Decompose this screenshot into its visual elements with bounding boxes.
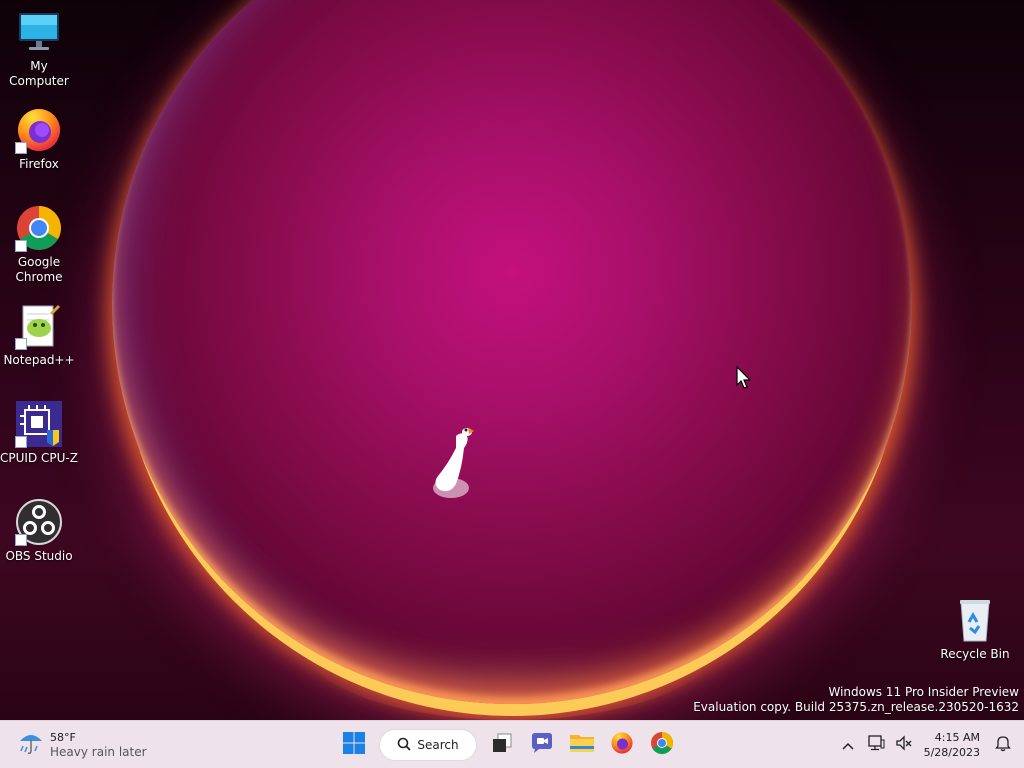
- network-button[interactable]: [862, 727, 890, 763]
- notification-icon: [994, 734, 1012, 756]
- clock-time: 4:15 AM: [934, 731, 980, 744]
- desktop-icon-recycle-bin[interactable]: Recycle Bin: [936, 596, 1014, 662]
- firefox-taskbar-button[interactable]: [602, 727, 642, 763]
- watermark-edition: Windows 11 Pro Insider Preview: [828, 685, 1019, 699]
- notepadpp-icon: [15, 302, 63, 350]
- monitor-icon: [15, 8, 63, 56]
- taskbar-search-button[interactable]: Search: [380, 730, 476, 760]
- shortcut-arrow-icon: [15, 436, 27, 448]
- windows-start-icon: [342, 731, 366, 759]
- taskbar: 58°F Heavy rain later Search 4:15 AM 5/2…: [0, 720, 1024, 768]
- chrome-taskbar-button[interactable]: [642, 727, 682, 763]
- taskbar-center: Search: [334, 727, 682, 763]
- desktop-icon-label: OBS Studio: [5, 549, 73, 563]
- teams-chat-button[interactable]: [522, 727, 562, 763]
- chevron-up-icon: [841, 736, 855, 755]
- shortcut-arrow-icon: [15, 142, 27, 154]
- file-explorer-button[interactable]: [562, 727, 602, 763]
- desktop-icon-label: Firefox: [19, 157, 59, 171]
- desktop-icon-label: Recycle Bin: [940, 647, 1010, 661]
- obs-icon: [15, 498, 63, 546]
- desktop-icon-label: CPUID CPU-Z: [0, 451, 78, 465]
- volume-muted-icon: [895, 734, 913, 756]
- search-icon: [397, 736, 412, 755]
- chrome-icon: [650, 731, 674, 759]
- desktop-goose[interactable]: [426, 418, 486, 508]
- recycle-bin-icon: [951, 596, 999, 644]
- shortcut-arrow-icon: [15, 240, 27, 252]
- weather-temperature: 58°F: [50, 730, 76, 744]
- volume-button[interactable]: [890, 727, 918, 763]
- search-label: Search: [417, 738, 459, 752]
- watermark-build: Evaluation copy. Build 25375.zn_release.…: [693, 700, 1019, 714]
- desktop-icon-my-computer[interactable]: My Computer: [0, 8, 78, 89]
- desktop-icon-label: Notepad++: [3, 353, 75, 367]
- firefox-icon: [610, 731, 634, 759]
- cpuz-icon: [15, 400, 63, 448]
- desktop-icon-label: My Computer: [9, 59, 69, 88]
- wallpaper-orb-rim: [112, 0, 912, 704]
- start-button[interactable]: [334, 727, 374, 763]
- system-tray: 4:15 AM 5/28/2023: [834, 721, 1024, 768]
- rain-umbrella-icon: [18, 729, 44, 761]
- shortcut-arrow-icon: [15, 338, 27, 350]
- desktop-wallpaper: [0, 0, 1024, 720]
- task-view-button[interactable]: [482, 727, 522, 763]
- weather-description: Heavy rain later: [50, 744, 147, 759]
- desktop-icon-google-chrome[interactable]: Google Chrome: [0, 204, 78, 285]
- notification-button[interactable]: [988, 727, 1018, 763]
- chrome-icon: [15, 204, 63, 252]
- clock[interactable]: 4:15 AM 5/28/2023: [924, 730, 980, 760]
- file-explorer-icon: [569, 731, 595, 759]
- windows-watermark: Windows 11 Pro Insider Preview Evaluatio…: [693, 685, 1019, 715]
- firefox-icon: [15, 106, 63, 154]
- desktop-icon-label: Google Chrome: [15, 255, 63, 284]
- show-hidden-icons-button[interactable]: [834, 727, 862, 763]
- desktop-icon-cpuid-cpu-z[interactable]: CPUID CPU-Z: [0, 400, 78, 466]
- weather-widget[interactable]: 58°F Heavy rain later: [18, 729, 147, 761]
- desktop-icon-notepad-plus-plus[interactable]: Notepad++: [0, 302, 78, 368]
- task-view-icon: [491, 732, 513, 758]
- teams-chat-icon: [530, 731, 554, 759]
- network-icon: [867, 734, 885, 756]
- desktop-icon-obs-studio[interactable]: OBS Studio: [0, 498, 78, 564]
- clock-date: 5/28/2023: [923, 746, 980, 759]
- shortcut-arrow-icon: [15, 534, 27, 546]
- desktop-icon-firefox[interactable]: Firefox: [0, 106, 78, 172]
- mouse-cursor: [736, 365, 752, 390]
